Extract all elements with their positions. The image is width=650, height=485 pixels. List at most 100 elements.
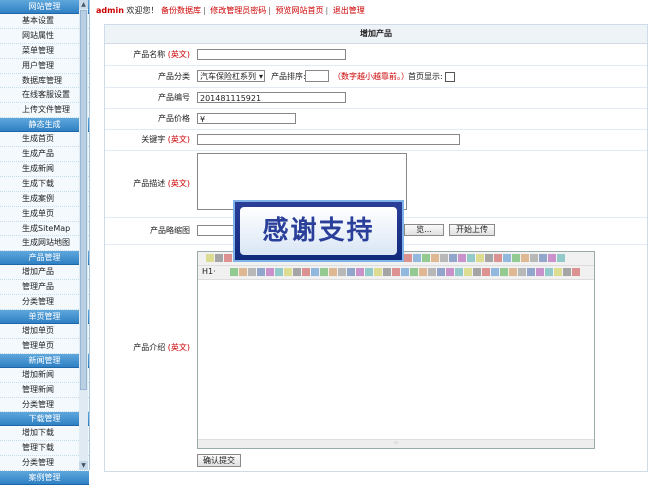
editor-tool-icon[interactable] bbox=[518, 268, 526, 276]
editor-tool-icon[interactable] bbox=[392, 268, 400, 276]
sidebar-item[interactable]: 用户管理 bbox=[0, 59, 89, 74]
sidebar-item[interactable]: 分类管理 bbox=[0, 456, 89, 472]
editor-tool-icon[interactable] bbox=[482, 268, 490, 276]
editor-tool-icon[interactable] bbox=[329, 268, 337, 276]
sidebar-section-header[interactable]: 静态生成 bbox=[0, 118, 89, 133]
sidebar-item[interactable]: 生成产品 bbox=[0, 147, 89, 163]
sidebar-section-header[interactable]: 下载管理 bbox=[0, 412, 89, 427]
editor-tool-icon[interactable] bbox=[530, 254, 538, 262]
sidebar-item[interactable]: 生成首页 bbox=[0, 132, 89, 148]
sidebar-section-header[interactable]: 新闻管理 bbox=[0, 353, 89, 368]
sidebar-item[interactable]: 生成案例 bbox=[0, 192, 89, 207]
editor-tool-icon[interactable] bbox=[485, 254, 493, 262]
sidebar-item[interactable]: 生成新闻 bbox=[0, 162, 89, 177]
sidebar-item[interactable]: 生成网站地图 bbox=[0, 236, 89, 252]
editor-tool-icon[interactable] bbox=[554, 268, 562, 276]
sidebar-item[interactable]: 增加下载 bbox=[0, 426, 89, 442]
scroll-thumb[interactable] bbox=[80, 10, 87, 390]
editor-tool-icon[interactable] bbox=[572, 268, 580, 276]
editor-tool-icon[interactable] bbox=[206, 254, 214, 262]
editor-tool-icon[interactable] bbox=[563, 268, 571, 276]
editor-tool-icon[interactable] bbox=[428, 268, 436, 276]
editor-tool-icon[interactable] bbox=[413, 254, 421, 262]
sidebar-item[interactable]: 分类管理 bbox=[0, 398, 89, 413]
editor-tool-icon[interactable] bbox=[419, 268, 427, 276]
editor-tool-icon[interactable] bbox=[320, 268, 328, 276]
editor-tool-icon[interactable] bbox=[356, 268, 364, 276]
editor-tool-icon[interactable] bbox=[500, 268, 508, 276]
editor-tool-icon[interactable] bbox=[509, 268, 517, 276]
editor-tool-icon[interactable] bbox=[257, 268, 265, 276]
sidebar-item[interactable]: 生成SiteMap bbox=[0, 222, 89, 237]
change-password-link[interactable]: 修改管理员密码 bbox=[210, 6, 266, 15]
editor-tool-icon[interactable] bbox=[455, 268, 463, 276]
editor-tool-icon[interactable] bbox=[401, 268, 409, 276]
keyword-input[interactable] bbox=[197, 134, 460, 145]
editor-tool-icon[interactable] bbox=[491, 268, 499, 276]
home-display-checkbox[interactable] bbox=[445, 72, 455, 82]
sidebar-item[interactable]: 管理新闻 bbox=[0, 383, 89, 398]
sidebar-item[interactable]: 管理产品 bbox=[0, 280, 89, 296]
editor-tool-icon[interactable] bbox=[446, 268, 454, 276]
sidebar-item[interactable]: 上传文件管理 bbox=[0, 103, 89, 119]
start-upload-button[interactable]: 开始上传 bbox=[449, 224, 495, 236]
editor-tool-icon[interactable] bbox=[302, 268, 310, 276]
editor-tool-icon[interactable] bbox=[467, 254, 475, 262]
editor-tool-icon[interactable] bbox=[311, 268, 319, 276]
editor-tool-icon[interactable] bbox=[239, 268, 247, 276]
preview-home-link[interactable]: 预览网站首页 bbox=[276, 6, 324, 15]
editor-tool-icon[interactable] bbox=[476, 254, 484, 262]
editor-tool-icon[interactable] bbox=[458, 254, 466, 262]
sidebar-section-header[interactable]: 网站管理 bbox=[0, 0, 89, 14]
editor-tool-icon[interactable] bbox=[410, 268, 418, 276]
editor-tool-icon[interactable] bbox=[347, 268, 355, 276]
sidebar-section-header[interactable]: 单页管理 bbox=[0, 310, 89, 325]
editor-tool-icon[interactable] bbox=[512, 254, 520, 262]
browse-button[interactable]: 览... bbox=[404, 224, 444, 236]
product-name-input[interactable] bbox=[197, 49, 346, 60]
sidebar-item[interactable]: 管理单页 bbox=[0, 339, 89, 354]
editor-tool-icon[interactable] bbox=[548, 254, 556, 262]
sidebar-scrollbar[interactable]: ▲ ▼ bbox=[79, 0, 88, 470]
product-code-input[interactable]: 201481115921 bbox=[197, 92, 346, 103]
editor-tool-icon[interactable] bbox=[449, 254, 457, 262]
editor-content-area[interactable] bbox=[198, 279, 594, 439]
sidebar-item[interactable]: 数据库管理 bbox=[0, 74, 89, 89]
editor-tool-icon[interactable] bbox=[404, 254, 412, 262]
sidebar-item[interactable]: 基本设置 bbox=[0, 14, 89, 29]
logout-link[interactable]: 退出管理 bbox=[333, 6, 365, 15]
editor-tool-icon[interactable] bbox=[521, 254, 529, 262]
editor-tool-icon[interactable] bbox=[494, 254, 502, 262]
editor-tool-icon[interactable] bbox=[224, 254, 232, 262]
sidebar-item[interactable]: 增加新闻 bbox=[0, 368, 89, 383]
editor-tool-icon[interactable] bbox=[527, 268, 535, 276]
editor-tool-icon[interactable] bbox=[473, 268, 481, 276]
editor-tool-icon[interactable] bbox=[284, 268, 292, 276]
editor-tool-icon[interactable] bbox=[230, 268, 238, 276]
editor-tool-icon[interactable] bbox=[266, 268, 274, 276]
product-price-input[interactable]: ¥ bbox=[197, 113, 296, 124]
editor-tool-icon[interactable] bbox=[437, 268, 445, 276]
editor-tool-icon[interactable] bbox=[539, 254, 547, 262]
sidebar-item[interactable]: 在线客服设置 bbox=[0, 88, 89, 104]
rich-text-editor[interactable]: H1· ⁘ bbox=[197, 251, 595, 449]
editor-tool-icon[interactable] bbox=[440, 254, 448, 262]
editor-resize-handle-icon[interactable]: ⁘ bbox=[198, 439, 594, 448]
sidebar-section-header[interactable]: 产品管理 bbox=[0, 251, 89, 266]
sidebar-item[interactable]: 生成单页 bbox=[0, 207, 89, 222]
editor-tool-icon[interactable] bbox=[464, 268, 472, 276]
editor-tool-icon[interactable] bbox=[365, 268, 373, 276]
editor-tool-icon[interactable] bbox=[536, 268, 544, 276]
sidebar-item[interactable]: 分类管理 bbox=[0, 295, 89, 311]
editor-tool-icon[interactable] bbox=[422, 254, 430, 262]
editor-tool-icon[interactable] bbox=[248, 268, 256, 276]
backup-db-link[interactable]: 备份数据库 bbox=[161, 6, 201, 15]
sidebar-item[interactable]: 网站属性 bbox=[0, 29, 89, 44]
sidebar-item[interactable]: 管理下载 bbox=[0, 441, 89, 457]
heading-dropdown[interactable]: H1· bbox=[202, 267, 216, 276]
sidebar-item[interactable]: 菜单管理 bbox=[0, 44, 89, 59]
editor-tool-icon[interactable] bbox=[374, 268, 382, 276]
editor-tool-icon[interactable] bbox=[338, 268, 346, 276]
editor-tool-icon[interactable] bbox=[545, 268, 553, 276]
category-select[interactable]: 汽车保险杠系列 ▾ bbox=[197, 70, 265, 82]
